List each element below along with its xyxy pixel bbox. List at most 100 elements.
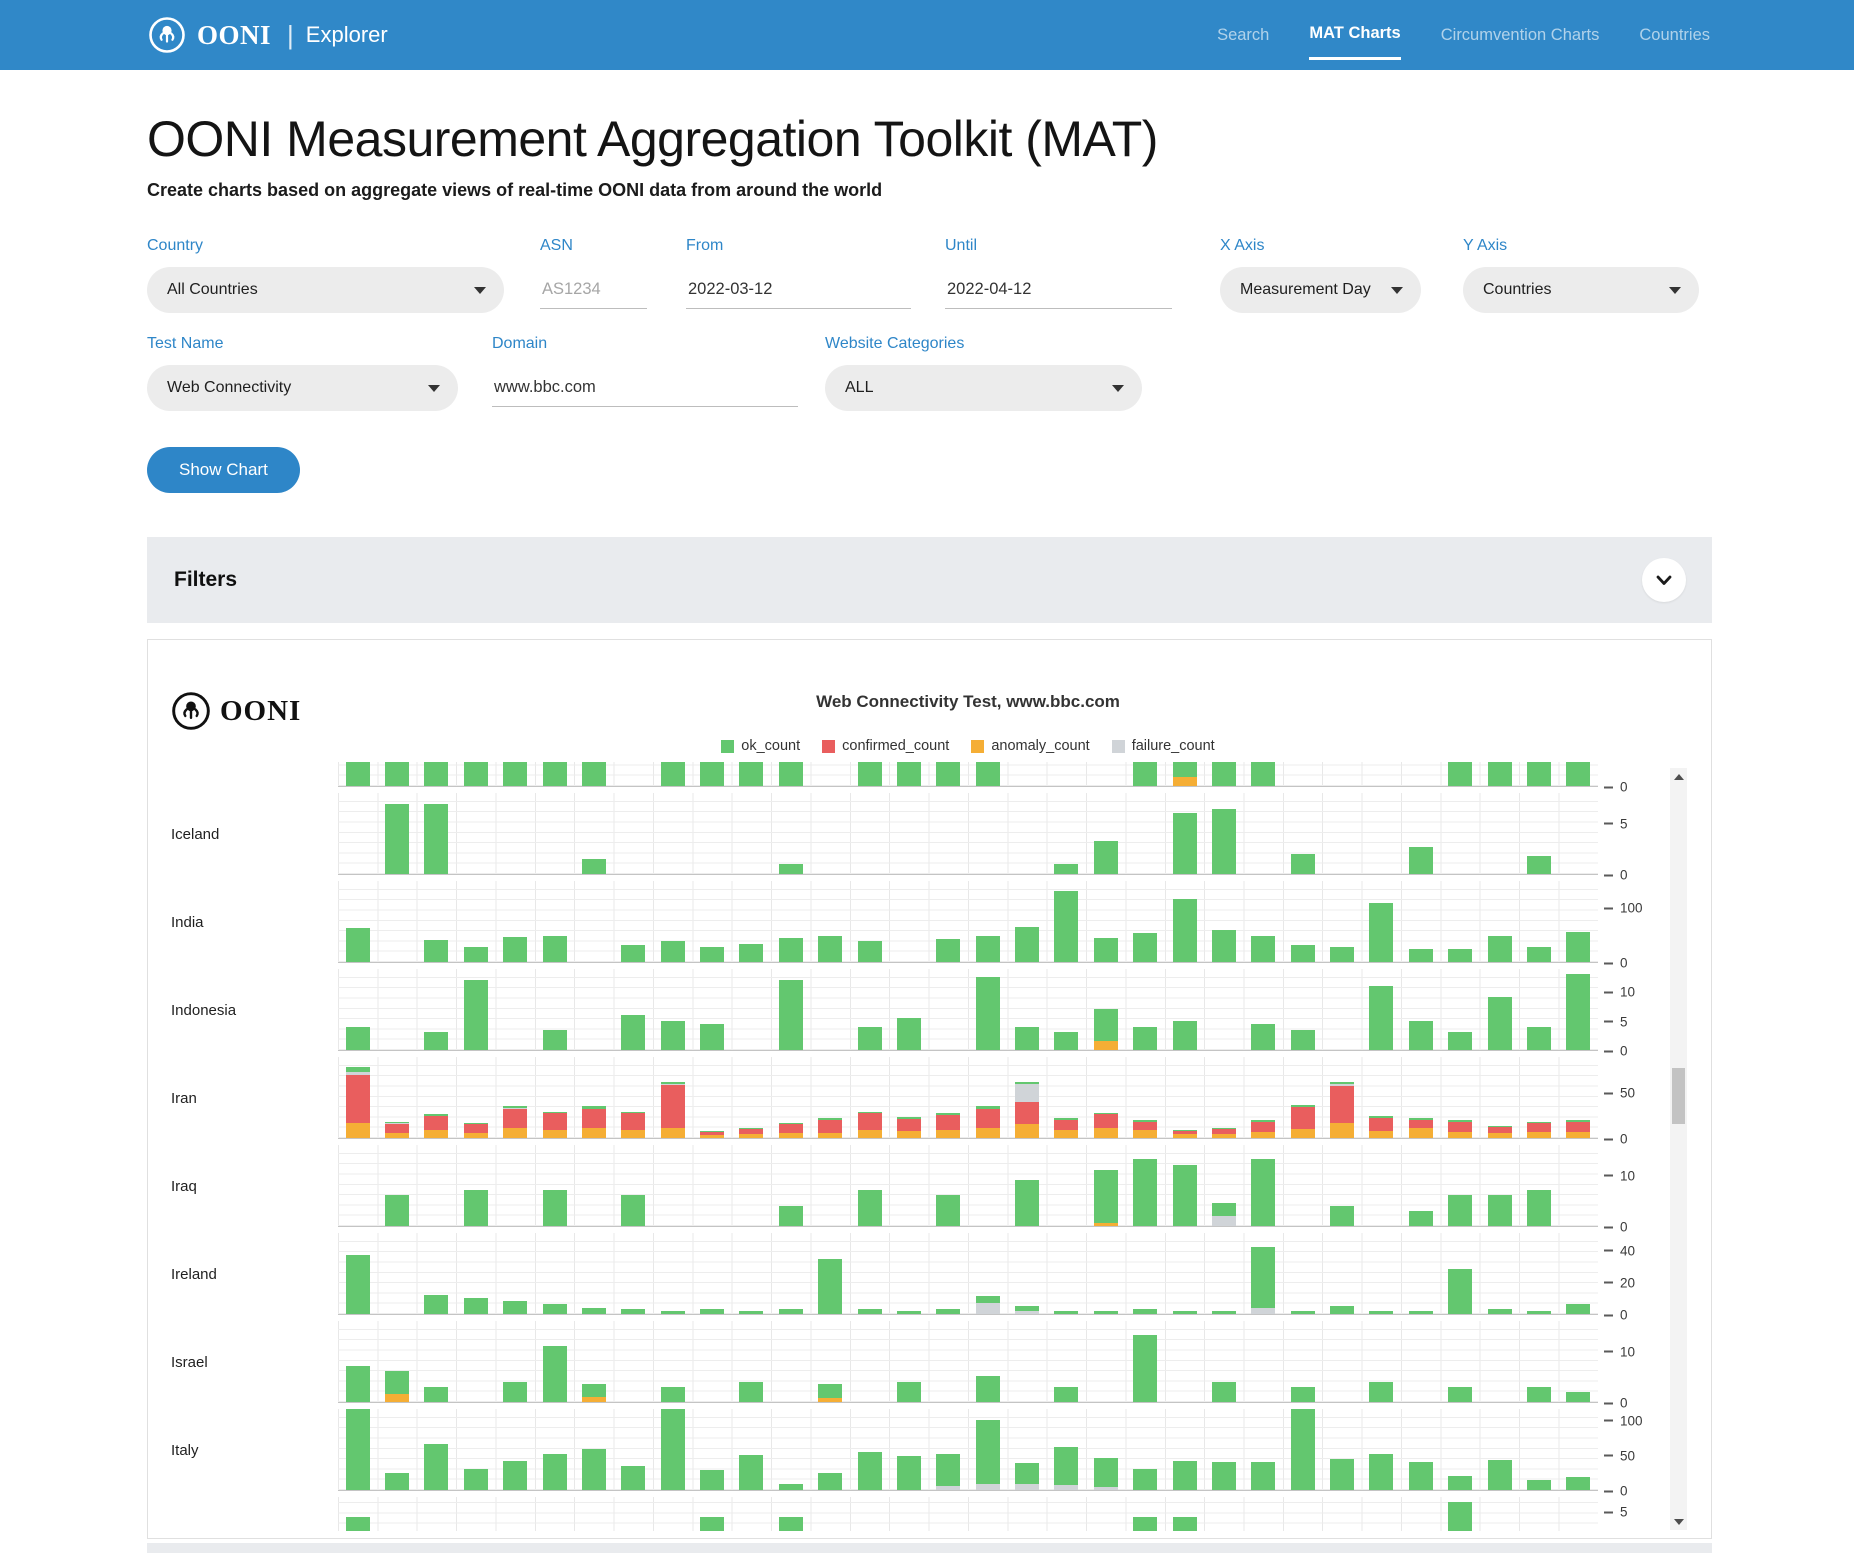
bar-segment-failure_count[interactable] [1251,1308,1275,1314]
nav-link-circumvention-charts[interactable]: Circumvention Charts [1441,12,1600,59]
bar-segment-ok_count[interactable] [1527,1480,1551,1491]
bar-segment-anomaly_count[interactable] [503,1128,527,1138]
bar-segment-ok_count[interactable] [1488,1460,1512,1490]
bar-segment-ok_count[interactable] [464,1123,488,1124]
bar-segment-ok_count[interactable] [503,937,527,962]
from-date-input[interactable] [686,267,911,309]
bar-segment-ok_count[interactable] [936,1113,960,1115]
bar-segment-ok_count[interactable] [1330,1306,1354,1314]
bar-segment-confirmed_count[interactable] [1015,1102,1039,1125]
scroll-down-icon[interactable] [1670,1513,1687,1530]
bar-segment-ok_count[interactable] [1527,856,1551,874]
bar-segment-ok_count[interactable] [976,1296,1000,1302]
bar-segment-ok_count[interactable] [818,1384,842,1398]
bar-segment-ok_count[interactable] [1054,1118,1078,1120]
bar-segment-confirmed_count[interactable] [897,1119,921,1131]
bar-segment-ok_count[interactable] [385,804,409,874]
bar-segment-ok_count[interactable] [779,938,803,962]
bar-segment-anomaly_count[interactable] [1094,1223,1118,1226]
bar-segment-confirmed_count[interactable] [464,1124,488,1132]
bar-segment-ok_count[interactable] [543,936,567,962]
bar-segment-ok_count[interactable] [700,1470,724,1490]
bar-segment-failure_count[interactable] [1015,1084,1039,1101]
bar-segment-ok_count[interactable] [1094,841,1118,874]
bar-segment-anomaly_count[interactable] [1173,777,1197,786]
bar-segment-anomaly_count[interactable] [1015,1124,1039,1138]
legend-item-confirmed_count[interactable]: confirmed_count [822,738,949,754]
bar-segment-ok_count[interactable] [700,1309,724,1314]
bar-segment-anomaly_count[interactable] [1054,1130,1078,1138]
bar-segment-ok_count[interactable] [385,762,409,786]
bar-segment-ok_count[interactable] [1094,1458,1118,1487]
bar-segment-ok_count[interactable] [936,1454,960,1486]
bar-segment-ok_count[interactable] [346,1067,370,1072]
bar-segment-ok_count[interactable] [1251,1247,1275,1308]
bar-segment-ok_count[interactable] [1566,1477,1590,1490]
bar-segment-ok_count[interactable] [779,1484,803,1490]
bar-segment-ok_count[interactable] [582,1308,606,1314]
bar-segment-ok_count[interactable] [779,980,803,1050]
bar-segment-ok_count[interactable] [976,1420,1000,1484]
bar-segment-ok_count[interactable] [1212,930,1236,962]
bar-segment-ok_count[interactable] [346,1255,370,1315]
bar-segment-ok_count[interactable] [936,1309,960,1314]
bar-segment-ok_count[interactable] [1173,1021,1197,1050]
bar-segment-ok_count[interactable] [464,762,488,786]
bar-segment-confirmed_count[interactable] [1291,1107,1315,1129]
bar-segment-ok_count[interactable] [1448,1195,1472,1226]
bar-segment-ok_count[interactable] [1369,1311,1393,1314]
bar-segment-ok_count[interactable] [1448,1120,1472,1122]
bar-segment-ok_count[interactable] [779,864,803,874]
bar-segment-ok_count[interactable] [700,947,724,962]
bar-segment-ok_count[interactable] [1212,1311,1236,1314]
bar-segment-ok_count[interactable] [1173,762,1197,777]
bar-segment-ok_count[interactable] [1291,1311,1315,1314]
bar-segment-anomaly_count[interactable] [385,1133,409,1139]
bar-segment-ok_count[interactable] [503,1382,527,1403]
bar-segment-ok_count[interactable] [858,762,882,786]
bar-segment-confirmed_count[interactable] [1094,1114,1118,1128]
bar-segment-anomaly_count[interactable] [936,1130,960,1138]
bar-segment-confirmed_count[interactable] [1448,1122,1472,1132]
bar-segment-ok_count[interactable] [503,1301,527,1314]
legend-item-ok_count[interactable]: ok_count [721,738,800,754]
bar-segment-ok_count[interactable] [1133,1027,1157,1050]
bar-segment-ok_count[interactable] [1173,1517,1197,1531]
bar-segment-ok_count[interactable] [1527,1190,1551,1226]
bar-segment-ok_count[interactable] [1527,1122,1551,1124]
bar-segment-ok_count[interactable] [1527,762,1551,786]
bar-segment-ok_count[interactable] [1094,1170,1118,1223]
bar-segment-ok_count[interactable] [385,1371,409,1394]
bar-segment-ok_count[interactable] [464,1190,488,1226]
bar-segment-ok_count[interactable] [936,939,960,962]
bar-segment-confirmed_count[interactable] [858,1113,882,1129]
bar-segment-ok_count[interactable] [1251,1159,1275,1226]
bar-segment-ok_count[interactable] [1133,1517,1157,1531]
bar-segment-anomaly_count[interactable] [621,1130,645,1138]
bar-segment-ok_count[interactable] [1409,949,1433,962]
bar-segment-confirmed_count[interactable] [1054,1120,1078,1130]
bar-segment-ok_count[interactable] [661,762,685,786]
bar-segment-ok_count[interactable] [1173,1461,1197,1490]
bar-segment-failure_count[interactable] [1015,1311,1039,1314]
asn-input[interactable] [540,267,647,309]
bar-segment-failure_count[interactable] [1330,1084,1354,1086]
bar-segment-ok_count[interactable] [739,762,763,786]
bar-segment-confirmed_count[interactable] [1251,1122,1275,1132]
bar-segment-confirmed_count[interactable] [621,1113,645,1129]
test-name-select[interactable]: Web Connectivity [147,365,458,411]
bar-segment-ok_count[interactable] [424,1114,448,1116]
bar-segment-ok_count[interactable] [621,1309,645,1314]
bar-segment-ok_count[interactable] [1094,938,1118,962]
bar-segment-ok_count[interactable] [1409,1021,1433,1050]
bar-segment-ok_count[interactable] [897,1382,921,1403]
bar-segment-ok_count[interactable] [1330,1206,1354,1227]
bar-segment-ok_count[interactable] [700,1517,724,1531]
bar-segment-ok_count[interactable] [1488,997,1512,1050]
scrollbar-thumb[interactable] [1672,1068,1685,1124]
nav-link-search[interactable]: Search [1217,12,1269,59]
bar-segment-ok_count[interactable] [1212,1128,1236,1129]
bar-segment-ok_count[interactable] [582,1449,606,1490]
filters-bar[interactable]: Filters [147,537,1712,623]
bar-segment-ok_count[interactable] [424,762,448,786]
